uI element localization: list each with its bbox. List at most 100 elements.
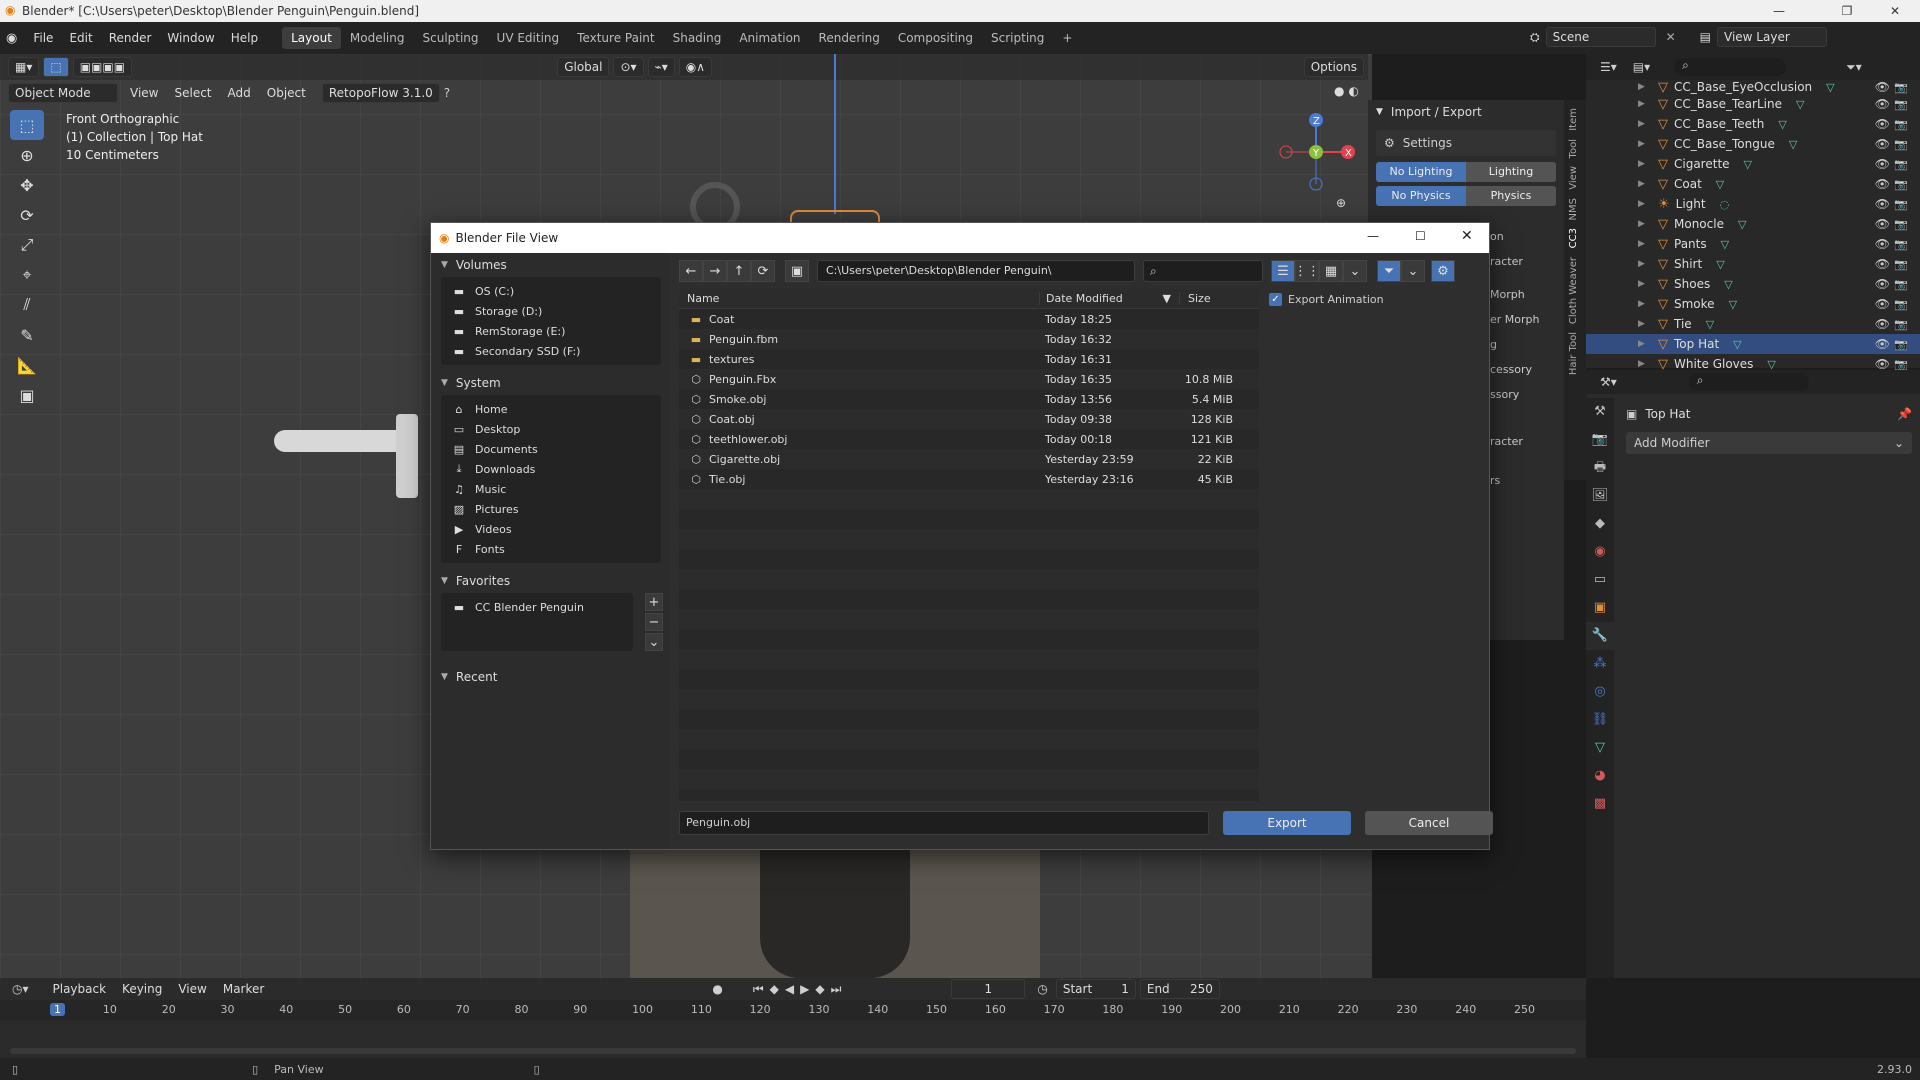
jump-key-forward-icon[interactable]: ◆ — [815, 982, 824, 996]
file-row[interactable]: ⬡ Penguin.Fbx Today 16:35 10.8 MiB — [679, 369, 1259, 389]
editor-type-icon[interactable]: ▦▾ — [8, 57, 40, 77]
system-item[interactable]: ⌂ Home — [441, 399, 661, 419]
tool-tab-icon[interactable]: ⚒ — [1586, 398, 1614, 426]
cancel-button[interactable]: Cancel — [1365, 811, 1493, 835]
export-animation-label[interactable]: Export Animation — [1288, 293, 1384, 306]
outliner-item[interactable]: ▶ ▽ Coat ▽ 👁 📷 — [1586, 174, 1920, 194]
restore-icon[interactable]: ❐ — [1824, 0, 1870, 22]
visibility-eye-icon[interactable]: 👁 — [1875, 97, 1890, 111]
recent-collapse-icon[interactable]: ▼ — [441, 672, 448, 682]
dialog-minimize-icon[interactable]: — — [1367, 229, 1379, 243]
collection-tab-icon[interactable]: ▭ — [1586, 566, 1614, 594]
visibility-eye-icon[interactable]: 👁 — [1875, 297, 1890, 311]
scene-icon[interactable]: ⛭ — [1530, 30, 1540, 45]
close-icon[interactable]: ✕ — [1872, 0, 1918, 22]
frag-4[interactable]: er Morph — [1490, 307, 1539, 332]
object-mode-dropdown[interactable]: Object Mode — [8, 83, 118, 103]
outliner-item[interactable]: ▶ ▽ Top Hat ▽ 👁 📷 — [1586, 334, 1920, 354]
measure-tool-icon[interactable]: 📐 — [10, 350, 44, 380]
outliner-item[interactable]: ▶ ☀ Light ◌ 👁 📷 — [1586, 194, 1920, 214]
tab-hair-tool[interactable]: Hair Tool — [1568, 332, 1579, 375]
render-camera-icon[interactable]: 📷 — [1894, 338, 1908, 351]
expand-icon[interactable]: ▶ — [1638, 359, 1645, 369]
expand-icon[interactable]: ▶ — [1638, 219, 1645, 229]
zoom-icon[interactable]: ⊕ — [1336, 196, 1346, 210]
expand-icon[interactable]: ▶ — [1638, 82, 1645, 92]
outliner-item[interactable]: ▶ ▽ CC_Base_EyeOcclusion ▽ 👁 📷 — [1586, 80, 1920, 94]
column-name[interactable]: Name — [679, 292, 1039, 305]
outliner-item[interactable]: ▶ ▽ Shirt ▽ 👁 📷 — [1586, 254, 1920, 274]
system-header[interactable]: System — [456, 376, 501, 390]
visibility-eye-icon[interactable]: 👁 — [1875, 117, 1890, 131]
frag-7[interactable]: ssory — [1490, 382, 1539, 407]
record-icon[interactable]: ● — [712, 982, 722, 996]
system-item[interactable]: ▨ Pictures — [441, 499, 661, 519]
viewport-menu-object[interactable]: Object — [259, 82, 314, 104]
render-camera-icon[interactable]: 📷 — [1894, 258, 1908, 271]
display-mode-icon[interactable]: ▤▾ — [1633, 60, 1650, 74]
import-export-header[interactable]: Import / Export — [1391, 105, 1482, 119]
menu-edit[interactable]: Edit — [61, 27, 100, 49]
file-row[interactable]: ⬡ Smoke.obj Today 13:56 5.4 MiB — [679, 389, 1259, 409]
back-icon[interactable]: ← — [679, 260, 703, 282]
render-tab-icon[interactable]: 📷 — [1586, 426, 1614, 454]
render-camera-icon[interactable]: 📷 — [1894, 238, 1908, 251]
outliner-item[interactable]: ▶ ▽ Pants ▽ 👁 📷 — [1586, 234, 1920, 254]
filter-options-icon[interactable]: ⌄ — [1401, 260, 1425, 282]
menu-keying[interactable]: Keying — [114, 978, 170, 1000]
add-cube-tool-icon[interactable]: ▣ — [10, 380, 44, 410]
add-workspace-icon[interactable]: + — [1053, 27, 1081, 49]
shading-solid-icon[interactable]: ● — [1334, 84, 1344, 98]
properties-editor-icon[interactable]: ⚒▾ — [1600, 375, 1617, 389]
blender-menu-icon[interactable]: ◉ — [6, 31, 17, 46]
render-camera-icon[interactable]: 📷 — [1894, 81, 1908, 94]
visibility-eye-icon[interactable]: 👁 — [1875, 257, 1890, 271]
particles-tab-icon[interactable]: ⁂ — [1586, 650, 1614, 678]
forward-icon[interactable]: → — [703, 260, 727, 282]
system-item[interactable]: ▭ Desktop — [441, 419, 661, 439]
volumes-collapse-icon[interactable]: ▼ — [441, 260, 448, 270]
visibility-eye-icon[interactable]: 👁 — [1875, 80, 1890, 94]
move-tool-icon[interactable]: ✥ — [10, 170, 44, 200]
workspace-tab-uv-editing[interactable]: UV Editing — [488, 27, 569, 49]
frag-8[interactable]: racter — [1490, 429, 1539, 454]
object-tab-icon[interactable]: ▣ — [1586, 594, 1614, 622]
file-row[interactable]: ▬ Penguin.fbm Today 16:32 — [679, 329, 1259, 349]
export-animation-checkbox[interactable]: ✓ — [1269, 293, 1282, 306]
list-view-icon[interactable]: ☰ — [1271, 260, 1295, 282]
file-row[interactable]: ⬡ Tie.obj Yesterday 23:16 45 KiB — [679, 469, 1259, 489]
clock-icon[interactable]: ◷ — [1037, 982, 1047, 996]
draw-tool-icon[interactable]: ✎ — [10, 320, 44, 350]
select-tool-icon[interactable]: ⬚ — [10, 110, 44, 140]
navigation-gizmo[interactable]: Z X Y — [1276, 112, 1356, 192]
properties-search-input[interactable]: ⌕ — [1688, 373, 1809, 391]
volumes-item[interactable]: ▬ Secondary SSD (F:) — [441, 341, 661, 361]
filename-input[interactable]: Penguin.obj — [679, 811, 1209, 835]
menu-help[interactable]: Help — [223, 27, 266, 49]
render-camera-icon[interactable]: 📷 — [1894, 298, 1908, 311]
current-frame-field[interactable]: 1 — [951, 979, 1026, 999]
scene-tab-icon[interactable]: ◆ — [1586, 510, 1614, 538]
frame-ruler[interactable]: 1 10 20 30 40 50 60 70 80 90 100 110 120 130 140 150 160… — [0, 1000, 1586, 1020]
expand-icon[interactable]: ▶ — [1638, 179, 1645, 189]
visibility-eye-icon[interactable]: 👁 — [1875, 357, 1890, 371]
texture-tab-icon[interactable]: ▩ — [1586, 790, 1614, 818]
play-icon[interactable]: ▶ — [800, 982, 809, 996]
export-button[interactable]: Export — [1223, 811, 1351, 835]
workspace-tab-scripting[interactable]: Scripting — [982, 27, 1053, 49]
help-icon[interactable]: ? — [444, 86, 450, 100]
end-frame-field[interactable]: End 250 — [1139, 979, 1220, 999]
render-camera-icon[interactable]: 📷 — [1894, 138, 1908, 151]
recent-header[interactable]: Recent — [456, 670, 497, 684]
viewport-menu-select[interactable]: Select — [166, 82, 219, 104]
render-camera-icon[interactable]: 📷 — [1894, 278, 1908, 291]
workspace-tab-texture-paint[interactable]: Texture Paint — [568, 27, 663, 49]
file-row[interactable]: ⬡ Coat.obj Today 09:38 128 KiB — [679, 409, 1259, 429]
parent-dir-icon[interactable]: ↑ — [727, 260, 751, 282]
visibility-eye-icon[interactable]: 👁 — [1875, 177, 1890, 191]
frag-2[interactable]: racter — [1490, 249, 1539, 274]
favorites-item[interactable]: ▬ CC Blender Penguin — [441, 597, 633, 617]
select-box-icon[interactable]: ⬚ — [43, 57, 69, 77]
expand-icon[interactable]: ▶ — [1638, 239, 1645, 249]
visibility-eye-icon[interactable]: 👁 — [1875, 317, 1890, 331]
